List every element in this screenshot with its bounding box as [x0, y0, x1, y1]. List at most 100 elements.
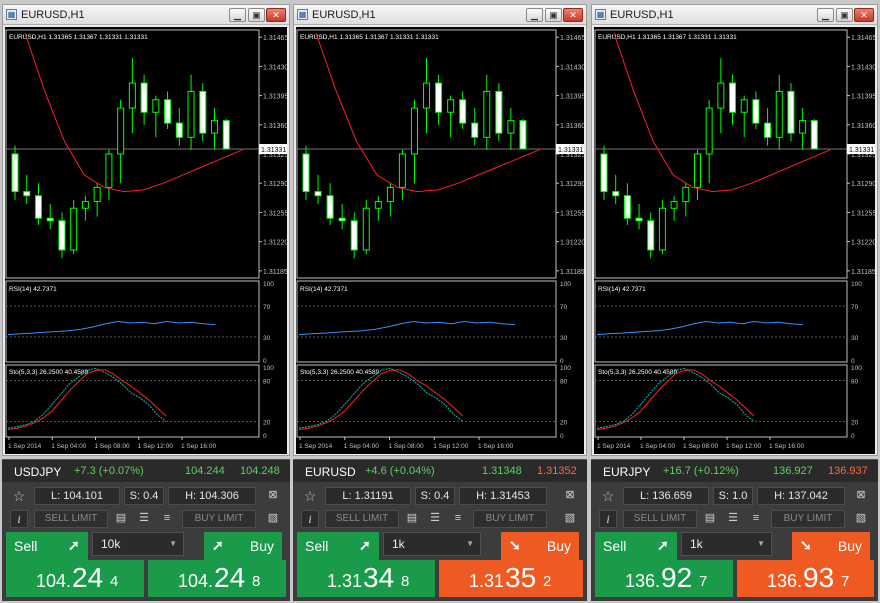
- sell-limit-button[interactable]: SELL LIMIT: [34, 510, 108, 528]
- bid-price-box[interactable]: 104. 24 4: [6, 560, 144, 597]
- stochastic-label: Sto(5,3,3) 26.2500 40.4589: [9, 369, 89, 376]
- depth-icon[interactable]: ▤: [114, 511, 128, 525]
- chart-window[interactable]: ▦ EURUSD,H1 ▁ ▣ ✕ 1.31465 1.31430 1.31395 1.3136…: [2, 4, 290, 456]
- window-titlebar[interactable]: ▦ EURUSD,H1 ▁ ▣ ✕: [3, 5, 289, 25]
- ladder-icon[interactable]: ≡: [749, 511, 763, 525]
- info-icon[interactable]: i: [599, 510, 617, 528]
- buy-button[interactable]: ➘ Buy: [792, 532, 870, 560]
- buy-label: Buy: [249, 538, 274, 554]
- minimize-button[interactable]: ▁: [526, 8, 543, 22]
- star-icon[interactable]: ☆: [10, 487, 28, 505]
- stochastic-level-label: 100: [851, 365, 862, 372]
- chart-window-icon: ▦: [6, 9, 17, 20]
- maximize-button[interactable]: ▣: [836, 8, 853, 22]
- ask-price-prefix: 1.31: [469, 571, 505, 591]
- chart-icon[interactable]: ⊠: [563, 488, 577, 502]
- candle: [23, 174, 31, 205]
- chart-icon[interactable]: ⊠: [854, 488, 868, 502]
- panel-header: EURUSD +4.6 (+0.04%) 1.31348 1.31352: [293, 460, 587, 482]
- candle: [70, 199, 78, 255]
- chart-window-icon: ▦: [297, 9, 308, 20]
- candle: [386, 183, 394, 217]
- price-tick-label: 1.31465: [263, 35, 287, 42]
- price-tick-label: 1.31395: [263, 94, 287, 101]
- ladder-icon[interactable]: ≡: [451, 511, 465, 525]
- close-button[interactable]: ✕: [563, 8, 583, 22]
- spread: S: 0.4: [415, 487, 455, 505]
- buy-limit-button[interactable]: BUY LIMIT: [473, 510, 547, 528]
- info-icon[interactable]: i: [301, 510, 319, 528]
- close-button[interactable]: ✕: [854, 8, 874, 22]
- price-tick-label: 1.31255: [560, 210, 584, 217]
- ask-price-box[interactable]: 1.31 35 2: [439, 560, 583, 597]
- candle: [693, 149, 701, 200]
- maximize-button[interactable]: ▣: [545, 8, 562, 22]
- chart-canvas: 1.314651.314301.313951.313601.313251.312…: [296, 29, 584, 450]
- buy-limit-button[interactable]: BUY LIMIT: [182, 510, 256, 528]
- stochastic-level-label: 0: [851, 433, 855, 440]
- depth-icon[interactable]: ▤: [703, 511, 717, 525]
- sell-button[interactable]: Sell ➚: [6, 532, 88, 560]
- sell-button[interactable]: Sell ➚: [297, 532, 379, 560]
- list-icon[interactable]: ☰: [726, 511, 740, 525]
- buy-limit-button[interactable]: BUY LIMIT: [771, 510, 845, 528]
- price-chart[interactable]: 1.31465 1.31430 1.31395 1.31360 1.31325 1.312…: [594, 27, 875, 454]
- minimize-button[interactable]: ▁: [229, 8, 246, 22]
- time-tick-label: 1 Sep 12:00: [726, 443, 761, 450]
- bid-price-box[interactable]: 1.31 34 8: [297, 560, 435, 597]
- notes-icon[interactable]: ▧: [266, 511, 280, 525]
- notes-icon[interactable]: ▧: [563, 511, 577, 525]
- chart-window[interactable]: ▦ EURUSD,H1 ▁ ▣ ✕ 1.31465 1.31430 1.31395 1.3136…: [293, 4, 587, 456]
- price-tick-label: 1.31430: [560, 64, 584, 71]
- lot-size-select[interactable]: 1k ▼: [383, 532, 481, 556]
- time-tick-label: 1 Sep 04:00: [640, 443, 675, 450]
- rsi-level-label: 0: [560, 358, 564, 365]
- star-icon[interactable]: ☆: [301, 487, 319, 505]
- rsi-level-label: 100: [263, 281, 274, 288]
- time-tick-label: 1 Sep 08:00: [95, 443, 130, 450]
- daily-low: L: 1.31191: [325, 487, 411, 505]
- candle: [211, 108, 219, 150]
- price-chart[interactable]: 1.31465 1.31430 1.31395 1.31360 1.31325 1.312…: [5, 27, 287, 454]
- list-icon[interactable]: ☰: [428, 511, 442, 525]
- lot-size-select[interactable]: 1k ▼: [681, 532, 772, 556]
- rsi-line: [7, 320, 216, 336]
- candle: [302, 145, 310, 200]
- buy-button[interactable]: ➚ Buy: [204, 532, 282, 560]
- ladder-icon[interactable]: ≡: [160, 511, 174, 525]
- list-icon[interactable]: ☰: [137, 511, 151, 525]
- sell-limit-button[interactable]: SELL LIMIT: [325, 510, 399, 528]
- info-icon[interactable]: i: [10, 510, 28, 528]
- minimize-button[interactable]: ▁: [817, 8, 834, 22]
- candle: [326, 183, 334, 225]
- sell-button[interactable]: Sell ➚: [595, 532, 677, 560]
- close-button[interactable]: ✕: [266, 8, 286, 22]
- ask-price-box[interactable]: 104. 24 8: [148, 560, 286, 597]
- star-icon[interactable]: ☆: [599, 487, 617, 505]
- window-titlebar[interactable]: ▦ EURUSD,H1 ▁ ▣ ✕: [294, 5, 586, 25]
- candle: [612, 174, 620, 205]
- lot-size-select[interactable]: 10k ▼: [92, 532, 184, 556]
- rsi-level-label: 30: [851, 335, 859, 342]
- time-tick-label: 1 Sep 04:00: [344, 443, 379, 450]
- ask-price-box[interactable]: 136. 93 7: [737, 560, 874, 597]
- candle: [362, 199, 370, 255]
- depth-icon[interactable]: ▤: [405, 511, 419, 525]
- bid-price-box[interactable]: 136. 92 7: [595, 560, 733, 597]
- rsi-level-label: 30: [263, 335, 271, 342]
- lot-size-value: 1k: [392, 537, 405, 551]
- bid-price-pipette: 4: [110, 573, 119, 590]
- chart-window[interactable]: ▦ EURUSD,H1 ▁ ▣ ✕ 1.31465 1.31430 1.31395 1.3136…: [591, 4, 878, 456]
- price-chart[interactable]: 1.31465 1.31430 1.31395 1.31360 1.31325 1.312…: [296, 27, 584, 454]
- window-titlebar[interactable]: ▦ EURUSD,H1 ▁ ▣ ✕: [592, 5, 877, 25]
- notes-icon[interactable]: ▧: [854, 511, 868, 525]
- price-tick-label: 1.31220: [560, 240, 584, 247]
- maximize-button[interactable]: ▣: [248, 8, 265, 22]
- candle: [623, 183, 631, 225]
- candle: [810, 118, 818, 150]
- chart-icon[interactable]: ⊠: [266, 488, 280, 502]
- sell-limit-button[interactable]: SELL LIMIT: [623, 510, 697, 528]
- trade-panel: EURUSD +4.6 (+0.04%) 1.31348 1.31352 ☆ L: 1.3…: [293, 459, 587, 601]
- price-tick-label: 1.31360: [851, 123, 875, 130]
- buy-button[interactable]: ➘ Buy: [501, 532, 579, 560]
